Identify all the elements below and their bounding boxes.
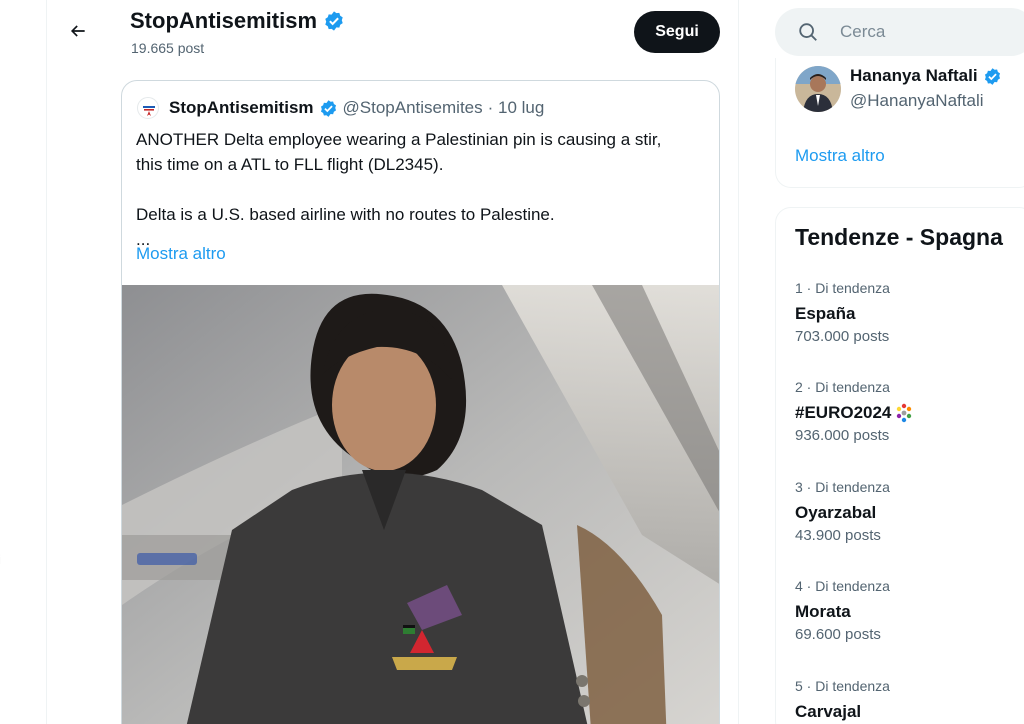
stopantisemitism-logo-icon <box>143 106 155 116</box>
trend-meta: 1 · Di tendenza <box>795 280 890 296</box>
back-button[interactable] <box>61 14 95 48</box>
follow-button[interactable]: Segui <box>634 11 720 53</box>
trend-item[interactable]: 1 · Di tendenza España 703.000 posts <box>795 280 1024 345</box>
left-nav-rail: i <box>0 0 47 724</box>
post-photo[interactable] <box>122 285 719 724</box>
quoted-post-text: ANOTHER Delta employee wearing a Palesti… <box>136 127 706 252</box>
avatar[interactable] <box>795 66 841 112</box>
trend-posts: 703.000 posts <box>795 328 890 345</box>
trend-meta: 2 · Di tendenza <box>795 379 890 395</box>
trend-meta: 3 · Di tendenza <box>795 479 890 495</box>
quoted-post-date[interactable]: · 10 lug <box>488 98 545 118</box>
trend-name-text: Carvajal <box>795 702 862 721</box>
trend-item[interactable]: 3 · Di tendenza Oyarzabal 43.900 posts <box>795 479 1024 544</box>
trend-name: España <box>795 303 1024 325</box>
suggested-user-name-text[interactable]: Hananya Naftali <box>850 66 978 86</box>
profile-name-text: StopAntisemitism <box>130 8 318 33</box>
search-input[interactable]: Cerca <box>840 22 885 42</box>
trend-posts: 43.900 posts <box>795 527 881 544</box>
trend-meta: 4 · Di tendenza <box>795 578 890 594</box>
show-more-link[interactable]: Mostra altro <box>795 146 885 166</box>
post-text-line: ANOTHER Delta employee wearing a Palesti… <box>136 130 662 149</box>
trend-name: #EURO2024 <box>795 402 1024 424</box>
who-to-follow-card: Hananya Naftali @HananyaNaftali Mostra a… <box>775 58 1024 188</box>
suggested-user-handle[interactable]: @HananyaNaftali <box>850 91 984 111</box>
verified-badge-icon <box>984 67 1000 85</box>
post-text-line: Delta is a U.S. based airline with no ro… <box>136 205 555 224</box>
main-column: StopAntisemitism 19.665 post Segui StopA… <box>47 0 739 724</box>
hananya-avatar-icon <box>795 66 841 112</box>
search-bar[interactable]: Cerca <box>775 8 1024 56</box>
trend-item[interactable]: 4 · Di tendenza Morata 69.600 posts <box>795 578 1024 643</box>
show-more-link[interactable]: Mostra altro <box>136 244 226 264</box>
trends-title: Tendenze - Spagna <box>795 224 1003 250</box>
trend-name-text: Morata <box>795 602 851 621</box>
verified-badge-icon <box>325 11 343 31</box>
trend-item[interactable]: 2 · Di tendenza #EURO2024 936.000 posts <box>795 379 1024 444</box>
trend-name: Carvajal <box>795 701 1024 723</box>
search-icon <box>799 23 817 41</box>
quoted-author-name[interactable]: StopAntisemitism <box>169 98 314 118</box>
nav-edge-glyph: i <box>0 552 1 567</box>
trend-name-text: Oyarzabal <box>795 503 877 522</box>
profile-header: StopAntisemitism 19.665 post Segui <box>47 0 739 66</box>
quoted-post[interactable]: StopAntisemitism @StopAntisemites · 10 l… <box>121 80 720 724</box>
post-text-line: this time on a ATL to FLL flight (DL2345… <box>136 155 444 174</box>
suggested-user-name[interactable]: Hananya Naftali <box>850 66 1002 86</box>
avatar[interactable] <box>137 97 159 119</box>
trend-name-text: #EURO2024 <box>795 403 892 422</box>
trend-meta: 5 · Di tendenza <box>795 678 890 694</box>
trend-posts: 936.000 posts <box>795 427 890 444</box>
back-arrow-icon <box>70 25 85 37</box>
quoted-author-handle[interactable]: @StopAntisemites <box>343 98 483 118</box>
quoted-post-header: StopAntisemitism @StopAntisemites · 10 l… <box>137 97 544 119</box>
trends-panel: Tendenze - Spagna 1 · Di tendenza España… <box>775 207 1024 724</box>
page-title: StopAntisemitism <box>130 8 345 34</box>
flight-attendant-photo <box>122 285 719 724</box>
trend-name: Morata <box>795 601 1024 623</box>
trend-posts: 69.600 posts <box>795 626 881 643</box>
verified-badge-icon <box>320 99 336 117</box>
trend-name-text: España <box>795 304 856 323</box>
trend-name: Oyarzabal <box>795 502 1024 524</box>
trend-item[interactable]: 5 · Di tendenza Carvajal <box>795 678 1024 723</box>
post-count: 19.665 post <box>131 40 205 56</box>
euro2024-icon <box>897 403 912 423</box>
